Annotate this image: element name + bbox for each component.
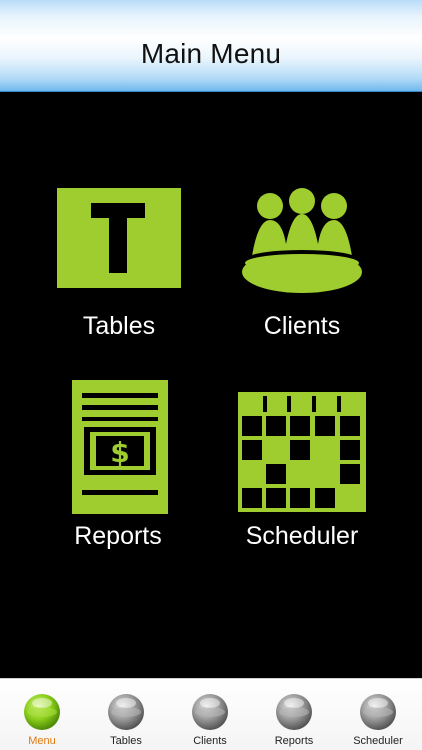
menu-tile-label: Scheduler — [245, 522, 359, 550]
calendar-icon — [238, 392, 366, 512]
bottom-tab-bar: Menu Tables Clients Reports Scheduler — [0, 678, 422, 750]
tab-clients[interactable]: Clients — [168, 679, 252, 750]
tab-tables[interactable]: Tables — [84, 679, 168, 750]
main-menu-grid: Tables Clients $ Reports Scheduler — [0, 92, 422, 678]
tab-label: Tables — [110, 735, 142, 747]
gray-ball-icon — [192, 694, 228, 730]
menu-tile-scheduler[interactable]: Scheduler — [236, 392, 368, 552]
menu-tile-tables[interactable]: Tables — [50, 188, 188, 358]
menu-tile-clients[interactable]: Clients — [232, 184, 372, 358]
tab-label: Scheduler — [353, 735, 403, 747]
menu-tile-label: Reports — [74, 522, 162, 550]
svg-text:$: $ — [110, 436, 129, 469]
report-icon: $ — [72, 380, 168, 514]
menu-tile-label: Clients — [263, 312, 341, 340]
menu-tile-label: Tables — [82, 312, 156, 340]
clients-icon — [242, 188, 362, 293]
tab-scheduler[interactable]: Scheduler — [336, 679, 420, 750]
table-icon — [57, 188, 181, 288]
green-ball-icon — [24, 694, 60, 730]
tab-label: Clients — [193, 735, 227, 747]
gray-ball-icon — [108, 694, 144, 730]
page-title: Main Menu — [140, 38, 282, 69]
gray-ball-icon — [276, 694, 312, 730]
tab-reports[interactable]: Reports — [252, 679, 336, 750]
tab-label: Reports — [274, 735, 314, 747]
tab-menu[interactable]: Menu — [0, 679, 84, 750]
tab-label: Menu — [28, 735, 56, 747]
header-bar: Main Menu — [0, 0, 422, 92]
menu-tile-reports[interactable]: $ Reports — [58, 380, 178, 550]
gray-ball-icon — [360, 694, 396, 730]
